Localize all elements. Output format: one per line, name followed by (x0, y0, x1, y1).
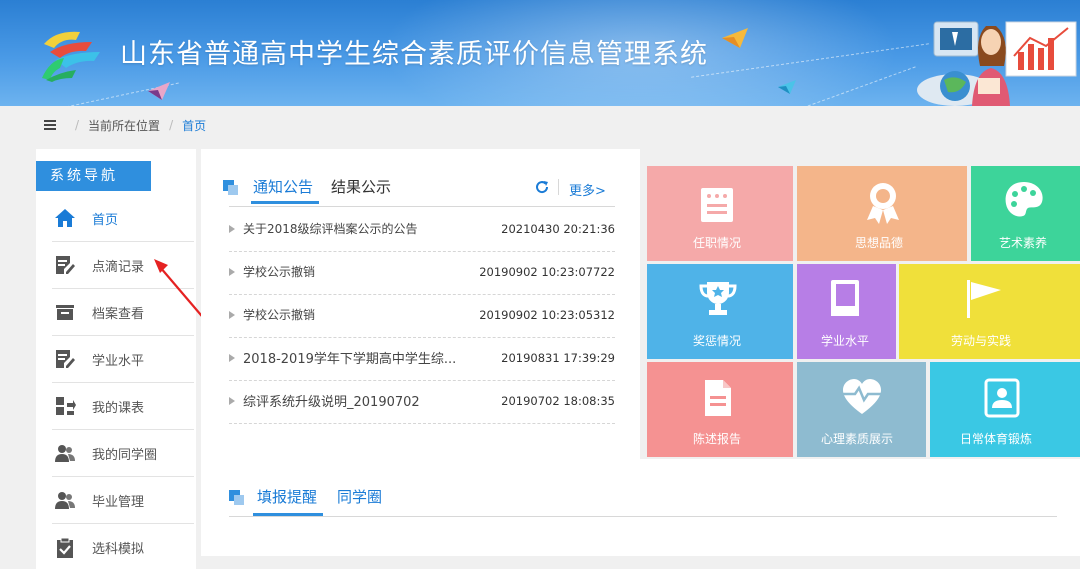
sidebar-item-label: 档案查看 (92, 306, 145, 322)
notice-time: 20190702 18:08:35 (501, 393, 615, 408)
notice-row[interactable]: 2018-2019学年下学期高中学生综... 20190831 17:39:29 (229, 335, 615, 381)
report-document-icon (705, 380, 731, 416)
breadcrumb-location-label: 当前所在位置 (88, 118, 161, 133)
bullet-triangle-icon (229, 353, 235, 362)
award-ribbon-icon (867, 183, 899, 224)
paper-plane-icon (722, 28, 748, 48)
tile-label: 劳动与实践 (951, 334, 1012, 348)
bullet-triangle-icon (229, 267, 235, 276)
sidebar-item-subject-sim[interactable]: 选科模拟 (52, 524, 194, 569)
edit-note-icon (52, 346, 78, 372)
sidebar-item-graduation[interactable]: 毕业管理 (52, 477, 194, 524)
classmates-icon (52, 440, 78, 466)
tab-results[interactable]: 结果公示 (331, 176, 391, 197)
breadcrumb-current[interactable]: 首页 (182, 117, 206, 134)
tile-label: 任职情况 (693, 236, 742, 250)
bullet-triangle-icon (229, 310, 235, 319)
bullet-triangle-icon (229, 224, 235, 233)
tile-statement[interactable]: 陈述报告 (647, 362, 793, 457)
panel-marker-icon (223, 180, 238, 195)
tile-label: 学业水平 (821, 334, 870, 348)
tile-arts[interactable]: 艺术素养 (971, 166, 1080, 261)
tab-classmate-circle[interactable]: 同学圈 (337, 486, 382, 507)
divider (558, 179, 559, 195)
sidebar-item-label: 学业水平 (92, 353, 145, 369)
edit-record-icon (52, 252, 78, 278)
notice-title: 关于2018级综评档案公示的公告 (243, 222, 418, 236)
notice-title: 学校公示撤销 (243, 308, 316, 322)
bullet-triangle-icon (229, 396, 235, 405)
sidebar-item-label: 点滴记录 (92, 259, 145, 275)
hamburger-menu-icon[interactable] (44, 120, 56, 130)
refresh-icon[interactable] (535, 180, 549, 194)
tile-label: 思想品德 (855, 236, 904, 250)
breadcrumb: / 当前所在位置 / 首页 (44, 115, 206, 135)
trophy-icon (699, 282, 737, 315)
paper-plane-icon (778, 80, 796, 94)
tile-label: 艺术素养 (999, 236, 1048, 250)
sidebar-item-home[interactable]: 首页 (52, 195, 194, 242)
tab-notices[interactable]: 通知公告 (253, 176, 313, 197)
tile-morality[interactable]: 思想品德 (797, 166, 967, 261)
breadcrumb-separator: / (75, 118, 80, 132)
notice-row[interactable]: 学校公示撤销 20190902 10:23:05312 (229, 292, 615, 338)
sidebar-item-label: 毕业管理 (92, 494, 145, 510)
home-icon (52, 205, 78, 231)
paper-plane-icon (148, 82, 170, 100)
notice-time: 20190902 10:23:07722 (479, 264, 615, 279)
notice-title: 2018-2019学年下学期高中学生综... (243, 352, 457, 367)
active-tab-underline (251, 201, 319, 204)
archive-box-icon (52, 299, 78, 325)
sidebar-title: 系统导航 (36, 161, 151, 191)
tile-label: 陈述报告 (693, 432, 742, 446)
header-banner: 山东省普通高中学生综合素质评价信息管理系统 (0, 0, 1080, 106)
notice-panel: 通知公告 结果公示 更多> 关于2018级综评档案公示的公告 20210430 … (201, 149, 640, 459)
tile-label: 心理素质展示 (821, 432, 894, 446)
profile-card-icon (984, 378, 1020, 418)
sidebar-item-classmates[interactable]: 我的同学圈 (52, 430, 194, 477)
book-icon (831, 280, 859, 316)
reminder-panel: 填报提醒 同学圈 (201, 459, 1080, 556)
sidebar-item-schedule[interactable]: 我的课表 (52, 383, 194, 430)
tile-positions[interactable]: 任职情况 (647, 166, 793, 261)
sidebar-item-label: 我的课表 (92, 400, 145, 416)
sidebar: 系统导航 首页 点滴记录 档案查看 学业水平 我的课表 我的同学圈 毕业管理 选… (36, 149, 196, 569)
notice-row[interactable]: 综评系统升级说明_20190702 20190702 18:08:35 (229, 378, 615, 424)
notice-row[interactable]: 学校公示撤销 20190902 10:23:07722 (229, 249, 615, 295)
tile-labor[interactable]: 劳动与实践 (899, 264, 1080, 359)
notice-time: 20190831 17:39:29 (501, 350, 615, 365)
notice-title: 综评系统升级说明_20190702 (243, 395, 420, 410)
notice-title: 学校公示撤销 (243, 265, 316, 279)
clipboard-check-icon (52, 535, 78, 561)
tile-label: 日常体育锻炼 (960, 432, 1033, 446)
tile-label: 奖惩情况 (693, 334, 742, 348)
sidebar-item-label: 首页 (92, 212, 119, 228)
heart-pulse-icon (843, 379, 881, 414)
more-link[interactable]: 更多> (569, 180, 606, 199)
sidebar-item-label: 选科模拟 (92, 542, 145, 557)
breadcrumb-separator: / (169, 118, 174, 132)
site-title: 山东省普通高中学生综合素质评价信息管理系统 (120, 39, 708, 70)
tile-sports[interactable]: 日常体育锻炼 (930, 362, 1080, 457)
sidebar-item-label: 我的同学圈 (92, 447, 158, 463)
teacher-illustration (917, 21, 1077, 106)
notice-time: 20210430 20:21:36 (501, 221, 615, 236)
notice-row[interactable]: 关于2018级综评档案公示的公告 20210430 20:21:36 (229, 206, 615, 252)
schedule-icon (52, 393, 78, 419)
graduation-users-icon (52, 487, 78, 513)
panel-divider (229, 516, 1057, 517)
panel-marker-icon (229, 490, 244, 505)
palette-icon (1005, 182, 1043, 217)
tile-rewards[interactable]: 奖惩情况 (647, 264, 793, 359)
site-logo-icon (42, 31, 100, 82)
notice-time: 20190902 10:23:05312 (479, 307, 615, 322)
tab-fill-reminder[interactable]: 填报提醒 (257, 486, 317, 507)
tile-psychology[interactable]: 心理素质展示 (797, 362, 926, 457)
tile-academic[interactable]: 学业水平 (797, 264, 896, 359)
flag-icon (967, 280, 1001, 318)
document-list-icon (701, 188, 733, 222)
